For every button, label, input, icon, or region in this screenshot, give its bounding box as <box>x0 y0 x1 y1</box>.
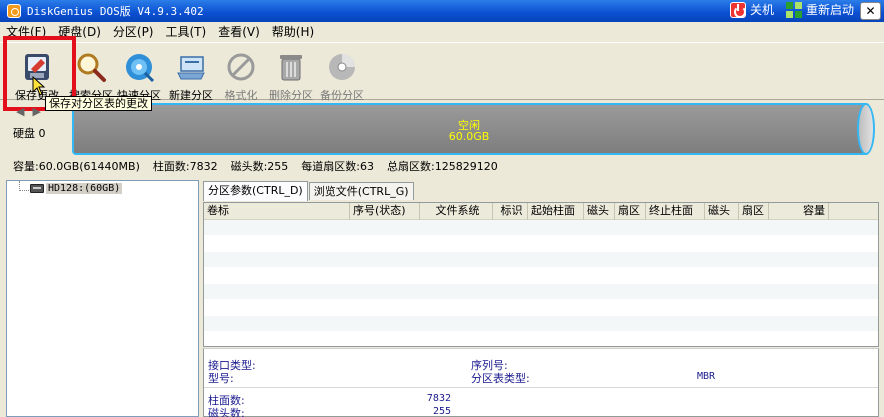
col-start-cylinder[interactable]: 起始柱面 <box>528 203 584 220</box>
menu-view[interactable]: 查看(V) <box>212 23 266 40</box>
shutdown-button[interactable]: 关机 <box>729 1 774 18</box>
backup-disc-icon <box>329 54 355 80</box>
menu-tools[interactable]: 工具(T) <box>160 23 213 40</box>
restart-button[interactable]: 重新启动 <box>785 1 854 18</box>
new-partition-button[interactable]: 新建分区 <box>163 47 219 102</box>
segment-size: 60.0GB <box>448 130 490 143</box>
restart-label: 重新启动 <box>805 3 854 17</box>
col-end-head[interactable]: 磁头 <box>705 203 739 220</box>
table-row <box>204 284 878 300</box>
tab-browse-files[interactable]: 浏览文件(CTRL_G) <box>308 182 414 200</box>
col-end-sector[interactable]: 扇区 <box>739 203 769 220</box>
disk-label: 硬盘 0 <box>13 127 46 140</box>
disk-tree: HD128:(60GB) <box>6 180 199 417</box>
disk-nav: ◀ ▶ <box>16 105 41 118</box>
table-row <box>204 220 878 236</box>
col-end-cylinder[interactable]: 终止柱面 <box>646 203 705 220</box>
heads-value: 255 <box>432 406 451 417</box>
tab-strip: 分区参数(CTRL_D) 浏览文件(CTRL_G) <box>203 181 415 202</box>
magnifier-icon <box>77 53 106 82</box>
mouse-cursor-icon <box>32 76 46 96</box>
col-index-status[interactable]: 序号(状态) <box>350 203 420 220</box>
heads-info: 磁头数:255 <box>230 160 289 173</box>
format-button[interactable]: 格式化 <box>213 47 269 102</box>
quick-partition-icon <box>126 54 155 83</box>
tree-item-label: HD128:(60GB) <box>46 183 123 194</box>
window-title: DiskGenius DOS版 V4.9.3.402 <box>27 5 204 18</box>
capacity-info: 容量:60.0GB(61440MB) <box>13 160 140 173</box>
trash-icon <box>280 55 302 81</box>
close-button[interactable]: ✕ <box>860 2 881 20</box>
menu-bar: 文件(F) 硬盘(D) 分区(P) 工具(T) 查看(V) 帮助(H) <box>0 22 884 41</box>
next-disk-icon[interactable]: ▶ <box>32 105 40 118</box>
title-bar: DiskGenius DOS版 V4.9.3.402 关机 重新启动 ✕ <box>0 0 884 22</box>
col-start-sector[interactable]: 扇区 <box>615 203 646 220</box>
cylinders-value: 7832 <box>426 393 451 404</box>
col-capacity[interactable]: 容量 <box>769 203 829 220</box>
tab-partition-params[interactable]: 分区参数(CTRL_D) <box>203 181 308 201</box>
format-icon <box>227 53 255 81</box>
sectors-per-track-info: 每道扇区数:63 <box>301 160 374 173</box>
hard-disk-icon <box>30 184 44 193</box>
table-body <box>204 220 878 346</box>
title-actions: 关机 重新启动 <box>729 1 854 18</box>
new-partition-icon <box>177 56 205 80</box>
table-header: 卷标 序号(状态) 文件系统 标识 起始柱面 磁头 扇区 终止柱面 磁头 扇区 … <box>204 203 878 220</box>
table-row <box>204 300 878 316</box>
heads-label: 磁头数: <box>208 407 245 417</box>
cylinders-info: 柱面数:7832 <box>152 160 218 173</box>
power-icon <box>729 1 746 18</box>
disk-details: 接口类型: 型号: 序列号: 分区表类型: MBR 柱面数: 7832 磁头数:… <box>203 348 879 417</box>
partition-table-type-label: 分区表类型: <box>471 372 530 385</box>
tree-item-hd128[interactable]: HD128:(60GB) <box>30 183 123 194</box>
menu-help[interactable]: 帮助(H) <box>266 23 320 40</box>
app-logo-icon <box>7 4 21 18</box>
delete-partition-button[interactable]: 删除分区 <box>263 47 319 102</box>
col-start-head[interactable]: 磁头 <box>584 203 615 220</box>
shutdown-label: 关机 <box>749 3 774 17</box>
quick-partition-button[interactable]: 快速分区 <box>111 47 167 102</box>
table-row <box>204 268 878 284</box>
col-volume-label[interactable]: 卷标 <box>204 203 350 220</box>
menu-partition[interactable]: 分区(P) <box>107 23 160 40</box>
total-sectors-info: 总扇区数:125829120 <box>387 160 498 173</box>
diskgenius-window: DiskGenius DOS版 V4.9.3.402 关机 重新启动 ✕ 文件(… <box>0 0 884 417</box>
toolbar: 保存更改 搜索分区 快速分区 新建分区 <box>0 42 884 102</box>
restart-icon <box>785 1 802 18</box>
partition-table-type-value: MBR <box>696 371 715 382</box>
table-row <box>204 236 878 252</box>
free-space-segment[interactable]: 空闲 60.0GB <box>72 103 875 159</box>
table-row <box>204 316 878 332</box>
col-filesystem[interactable]: 文件系统 <box>420 203 493 220</box>
table-row <box>204 252 878 268</box>
save-tooltip: 保存对分区表的更改 <box>45 96 152 111</box>
col-id[interactable]: 标识 <box>493 203 528 220</box>
disk-info-strip: 容量:60.0GB(61440MB) 柱面数:7832 磁头数:255 每道扇区… <box>0 157 884 175</box>
right-panel: 分区参数(CTRL_D) 浏览文件(CTRL_G) 卷标 序号(状态) 文件系统… <box>200 180 884 417</box>
prev-disk-icon[interactable]: ◀ <box>16 105 24 118</box>
table-row <box>204 332 878 346</box>
model-label: 型号: <box>208 372 234 385</box>
backup-partition-button[interactable]: 备份分区 <box>314 47 370 102</box>
partition-table: 卷标 序号(状态) 文件系统 标识 起始柱面 磁头 扇区 终止柱面 磁头 扇区 … <box>203 202 879 347</box>
